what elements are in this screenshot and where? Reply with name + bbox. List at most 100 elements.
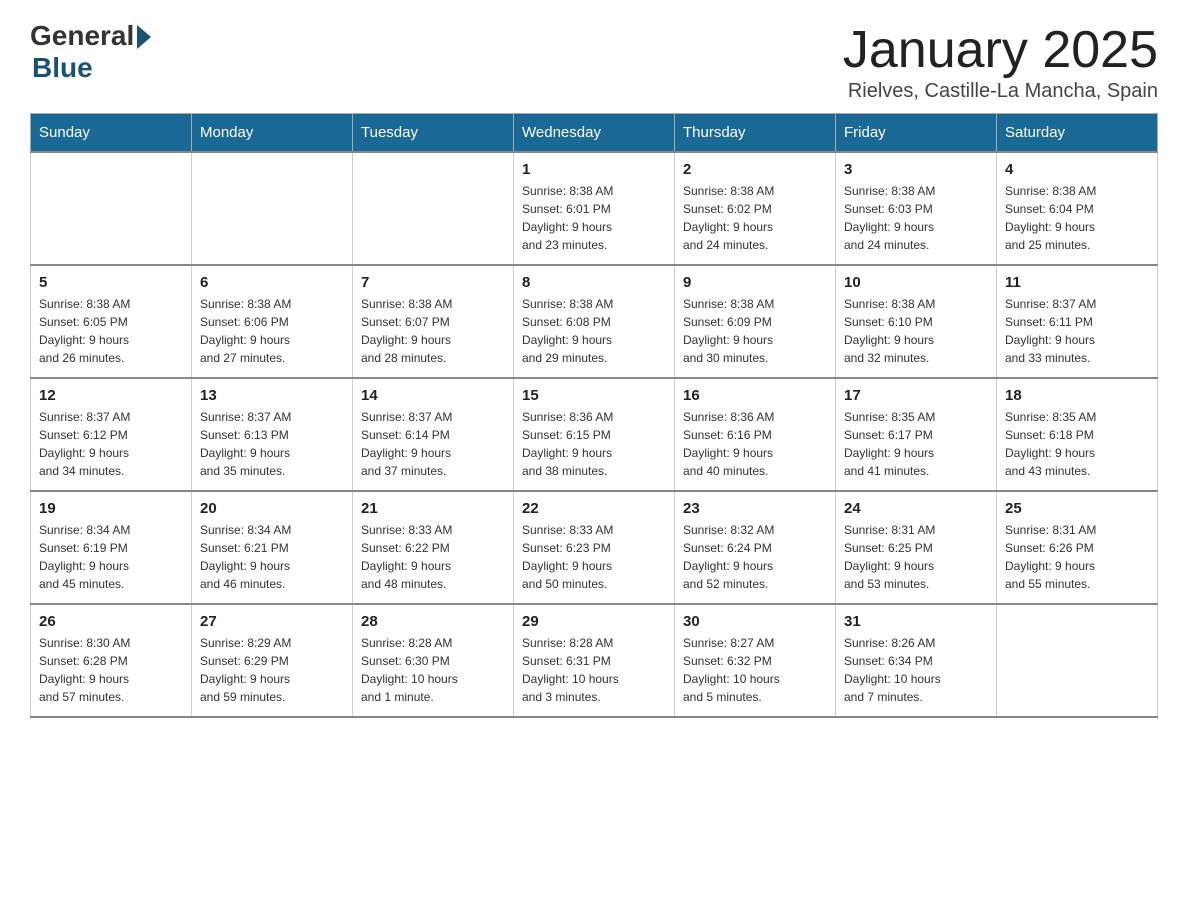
day-number: 7 xyxy=(361,274,505,291)
calendar-header-row: SundayMondayTuesdayWednesdayThursdayFrid… xyxy=(31,114,1158,153)
day-number: 23 xyxy=(683,500,827,517)
day-info: Sunrise: 8:38 AMSunset: 6:01 PMDaylight:… xyxy=(522,182,666,254)
calendar-week-row: 26 Sunrise: 8:30 AMSunset: 6:28 PMDayligh… xyxy=(31,604,1158,717)
calendar-week-row: 5 Sunrise: 8:38 AMSunset: 6:05 PMDaylight… xyxy=(31,265,1158,378)
day-info: Sunrise: 8:37 AMSunset: 6:13 PMDaylight:… xyxy=(200,408,344,480)
day-number: 20 xyxy=(200,500,344,517)
day-info: Sunrise: 8:36 AMSunset: 6:15 PMDaylight:… xyxy=(522,408,666,480)
calendar-cell: 24 Sunrise: 8:31 AMSunset: 6:25 PMDayligh… xyxy=(836,491,997,604)
day-info: Sunrise: 8:38 AMSunset: 6:06 PMDaylight:… xyxy=(200,295,344,367)
day-info: Sunrise: 8:36 AMSunset: 6:16 PMDaylight:… xyxy=(683,408,827,480)
day-number: 28 xyxy=(361,613,505,630)
calendar-header-friday: Friday xyxy=(836,114,997,153)
day-info: Sunrise: 8:26 AMSunset: 6:34 PMDaylight:… xyxy=(844,634,988,706)
calendar-cell: 31 Sunrise: 8:26 AMSunset: 6:34 PMDayligh… xyxy=(836,604,997,717)
day-number: 22 xyxy=(522,500,666,517)
calendar-cell: 28 Sunrise: 8:28 AMSunset: 6:30 PMDayligh… xyxy=(353,604,514,717)
day-info: Sunrise: 8:30 AMSunset: 6:28 PMDaylight:… xyxy=(39,634,183,706)
day-info: Sunrise: 8:38 AMSunset: 6:08 PMDaylight:… xyxy=(522,295,666,367)
calendar-cell: 20Sunrise: 8:34 AMSunset: 6:21 PMDayligh… xyxy=(192,491,353,604)
calendar-cell xyxy=(997,604,1158,717)
day-number: 8 xyxy=(522,274,666,291)
logo-blue-text: Blue xyxy=(32,52,93,84)
page-subtitle: Rielves, Castille-La Mancha, Spain xyxy=(843,80,1158,103)
day-number: 15 xyxy=(522,387,666,404)
calendar-cell: 1 Sunrise: 8:38 AMSunset: 6:01 PMDaylight… xyxy=(514,152,675,265)
day-number: 3 xyxy=(844,161,988,178)
day-number: 5 xyxy=(39,274,183,291)
day-number: 9 xyxy=(683,274,827,291)
calendar-cell: 14 Sunrise: 8:37 AMSunset: 6:14 PMDayligh… xyxy=(353,378,514,491)
day-number: 18 xyxy=(1005,387,1149,404)
day-info: Sunrise: 8:33 AMSunset: 6:23 PMDaylight:… xyxy=(522,521,666,593)
calendar-cell: 26 Sunrise: 8:30 AMSunset: 6:28 PMDayligh… xyxy=(31,604,192,717)
day-number: 26 xyxy=(39,613,183,630)
calendar-header-tuesday: Tuesday xyxy=(353,114,514,153)
calendar-cell: 10Sunrise: 8:38 AMSunset: 6:10 PMDayligh… xyxy=(836,265,997,378)
title-section: January 2025 Rielves, Castille-La Mancha… xyxy=(843,20,1158,103)
calendar-cell: 21 Sunrise: 8:33 AMSunset: 6:22 PMDayligh… xyxy=(353,491,514,604)
calendar-cell: 30 Sunrise: 8:27 AMSunset: 6:32 PMDayligh… xyxy=(675,604,836,717)
day-info: Sunrise: 8:38 AMSunset: 6:09 PMDaylight:… xyxy=(683,295,827,367)
calendar-cell xyxy=(31,152,192,265)
day-info: Sunrise: 8:31 AMSunset: 6:26 PMDaylight:… xyxy=(1005,521,1149,593)
day-number: 12 xyxy=(39,387,183,404)
day-number: 17 xyxy=(844,387,988,404)
day-info: Sunrise: 8:28 AMSunset: 6:31 PMDaylight:… xyxy=(522,634,666,706)
calendar-cell: 8 Sunrise: 8:38 AMSunset: 6:08 PMDaylight… xyxy=(514,265,675,378)
day-info: Sunrise: 8:35 AMSunset: 6:18 PMDaylight:… xyxy=(1005,408,1149,480)
calendar-header-monday: Monday xyxy=(192,114,353,153)
calendar-cell: 18 Sunrise: 8:35 AMSunset: 6:18 PMDayligh… xyxy=(997,378,1158,491)
day-number: 6 xyxy=(200,274,344,291)
day-info: Sunrise: 8:38 AMSunset: 6:05 PMDaylight:… xyxy=(39,295,183,367)
calendar-cell: 5 Sunrise: 8:38 AMSunset: 6:05 PMDaylight… xyxy=(31,265,192,378)
day-number: 16 xyxy=(683,387,827,404)
calendar-cell: 13 Sunrise: 8:37 AMSunset: 6:13 PMDayligh… xyxy=(192,378,353,491)
calendar-cell: 17 Sunrise: 8:35 AMSunset: 6:17 PMDayligh… xyxy=(836,378,997,491)
day-info: Sunrise: 8:29 AMSunset: 6:29 PMDaylight:… xyxy=(200,634,344,706)
day-number: 30 xyxy=(683,613,827,630)
day-info: Sunrise: 8:38 AMSunset: 6:02 PMDaylight:… xyxy=(683,182,827,254)
day-number: 2 xyxy=(683,161,827,178)
calendar-cell: 22 Sunrise: 8:33 AMSunset: 6:23 PMDayligh… xyxy=(514,491,675,604)
day-info: Sunrise: 8:31 AMSunset: 6:25 PMDaylight:… xyxy=(844,521,988,593)
day-info: Sunrise: 8:38 AMSunset: 6:07 PMDaylight:… xyxy=(361,295,505,367)
day-info: Sunrise: 8:38 AMSunset: 6:04 PMDaylight:… xyxy=(1005,182,1149,254)
calendar-week-row: 19 Sunrise: 8:34 AMSunset: 6:19 PMDayligh… xyxy=(31,491,1158,604)
calendar-table: SundayMondayTuesdayWednesdayThursdayFrid… xyxy=(30,113,1158,718)
day-info: Sunrise: 8:33 AMSunset: 6:22 PMDaylight:… xyxy=(361,521,505,593)
day-number: 13 xyxy=(200,387,344,404)
day-number: 25 xyxy=(1005,500,1149,517)
calendar-header-wednesday: Wednesday xyxy=(514,114,675,153)
logo-arrow-icon xyxy=(137,25,151,49)
calendar-cell: 27 Sunrise: 8:29 AMSunset: 6:29 PMDayligh… xyxy=(192,604,353,717)
day-number: 27 xyxy=(200,613,344,630)
day-info: Sunrise: 8:34 AMSunset: 6:19 PMDaylight:… xyxy=(39,521,183,593)
logo: General Blue xyxy=(30,20,151,84)
day-number: 21 xyxy=(361,500,505,517)
calendar-week-row: 12Sunrise: 8:37 AMSunset: 6:12 PMDayligh… xyxy=(31,378,1158,491)
day-info: Sunrise: 8:32 AMSunset: 6:24 PMDaylight:… xyxy=(683,521,827,593)
day-info: Sunrise: 8:38 AMSunset: 6:10 PMDaylight:… xyxy=(844,295,988,367)
day-info: Sunrise: 8:35 AMSunset: 6:17 PMDaylight:… xyxy=(844,408,988,480)
day-number: 19 xyxy=(39,500,183,517)
calendar-cell: 25 Sunrise: 8:31 AMSunset: 6:26 PMDayligh… xyxy=(997,491,1158,604)
day-info: Sunrise: 8:38 AMSunset: 6:03 PMDaylight:… xyxy=(844,182,988,254)
calendar-cell xyxy=(192,152,353,265)
day-info: Sunrise: 8:28 AMSunset: 6:30 PMDaylight:… xyxy=(361,634,505,706)
logo-general-text: General xyxy=(30,20,134,52)
calendar-cell: 11Sunrise: 8:37 AMSunset: 6:11 PMDayligh… xyxy=(997,265,1158,378)
calendar-cell: 29Sunrise: 8:28 AMSunset: 6:31 PMDayligh… xyxy=(514,604,675,717)
day-info: Sunrise: 8:37 AMSunset: 6:11 PMDaylight:… xyxy=(1005,295,1149,367)
day-info: Sunrise: 8:27 AMSunset: 6:32 PMDaylight:… xyxy=(683,634,827,706)
calendar-cell: 9 Sunrise: 8:38 AMSunset: 6:09 PMDaylight… xyxy=(675,265,836,378)
day-number: 14 xyxy=(361,387,505,404)
calendar-cell xyxy=(353,152,514,265)
day-number: 1 xyxy=(522,161,666,178)
day-number: 31 xyxy=(844,613,988,630)
calendar-cell: 7 Sunrise: 8:38 AMSunset: 6:07 PMDaylight… xyxy=(353,265,514,378)
day-number: 24 xyxy=(844,500,988,517)
calendar-header-thursday: Thursday xyxy=(675,114,836,153)
calendar-cell: 3 Sunrise: 8:38 AMSunset: 6:03 PMDaylight… xyxy=(836,152,997,265)
day-info: Sunrise: 8:37 AMSunset: 6:14 PMDaylight:… xyxy=(361,408,505,480)
